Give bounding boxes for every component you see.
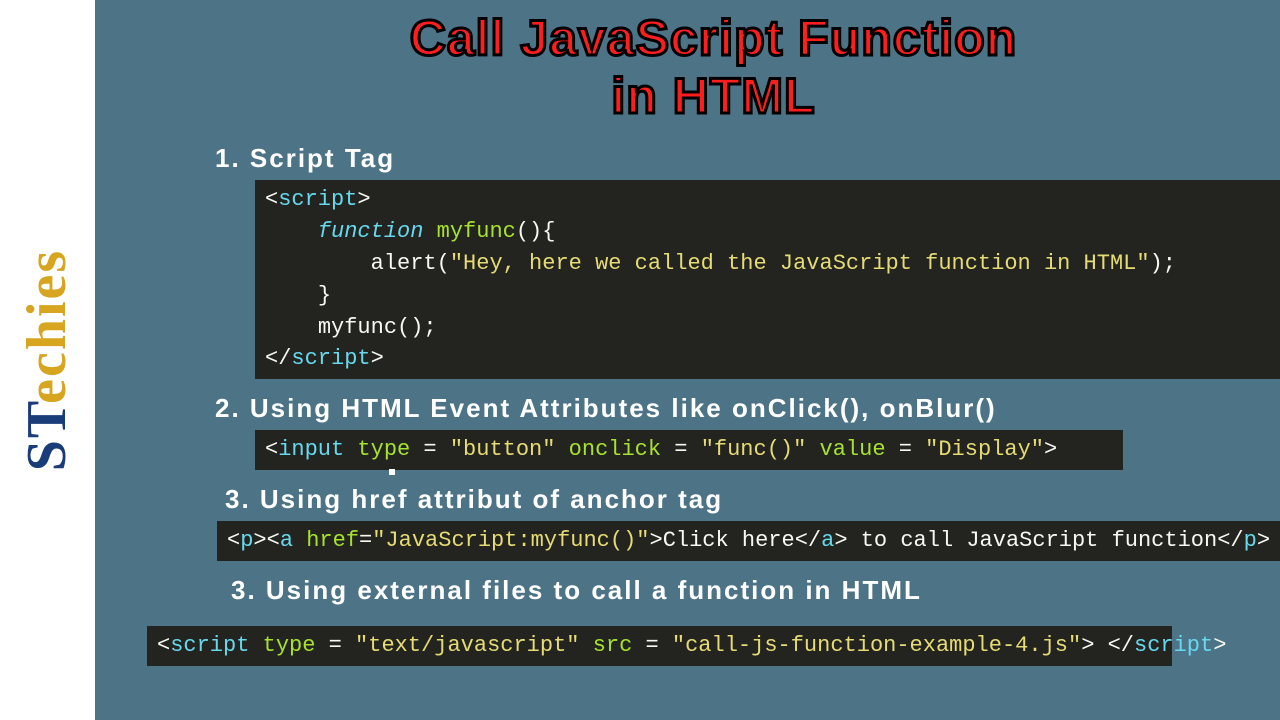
brand-logo: STechies (16, 249, 80, 471)
code-block-script-tag: <script> function myfunc(){ alert("Hey, … (255, 180, 1280, 379)
code-block-event-attr: <input type = "button" onclick = "func()… (255, 430, 1123, 470)
heading-event-attributes: 2. Using HTML Event Attributes like onCl… (215, 393, 1280, 424)
page-title: Call JavaScript Function in HTML (125, 10, 1280, 125)
logo-part-1: ST (17, 404, 79, 471)
sidebar-logo-strip: STechies (0, 0, 95, 720)
title-line-1: Call JavaScript Function (125, 10, 1280, 68)
heading-href-anchor: 3. Using href attribut of anchor tag (225, 484, 1280, 515)
code-block-external-file: <script type = "text/javascript" src = "… (147, 626, 1172, 666)
heading-external-file: 3. Using external files to call a functi… (231, 575, 1280, 606)
heading-script-tag: 1. Script Tag (215, 143, 1280, 174)
decorative-dot (389, 469, 395, 475)
code-block-href-anchor: <p><a href="JavaScript:myfunc()">Click h… (217, 521, 1280, 561)
logo-part-2: echies (17, 249, 79, 404)
title-line-2: in HTML (125, 68, 1280, 126)
main-content: Call JavaScript Function in HTML 1. Scri… (95, 0, 1280, 720)
